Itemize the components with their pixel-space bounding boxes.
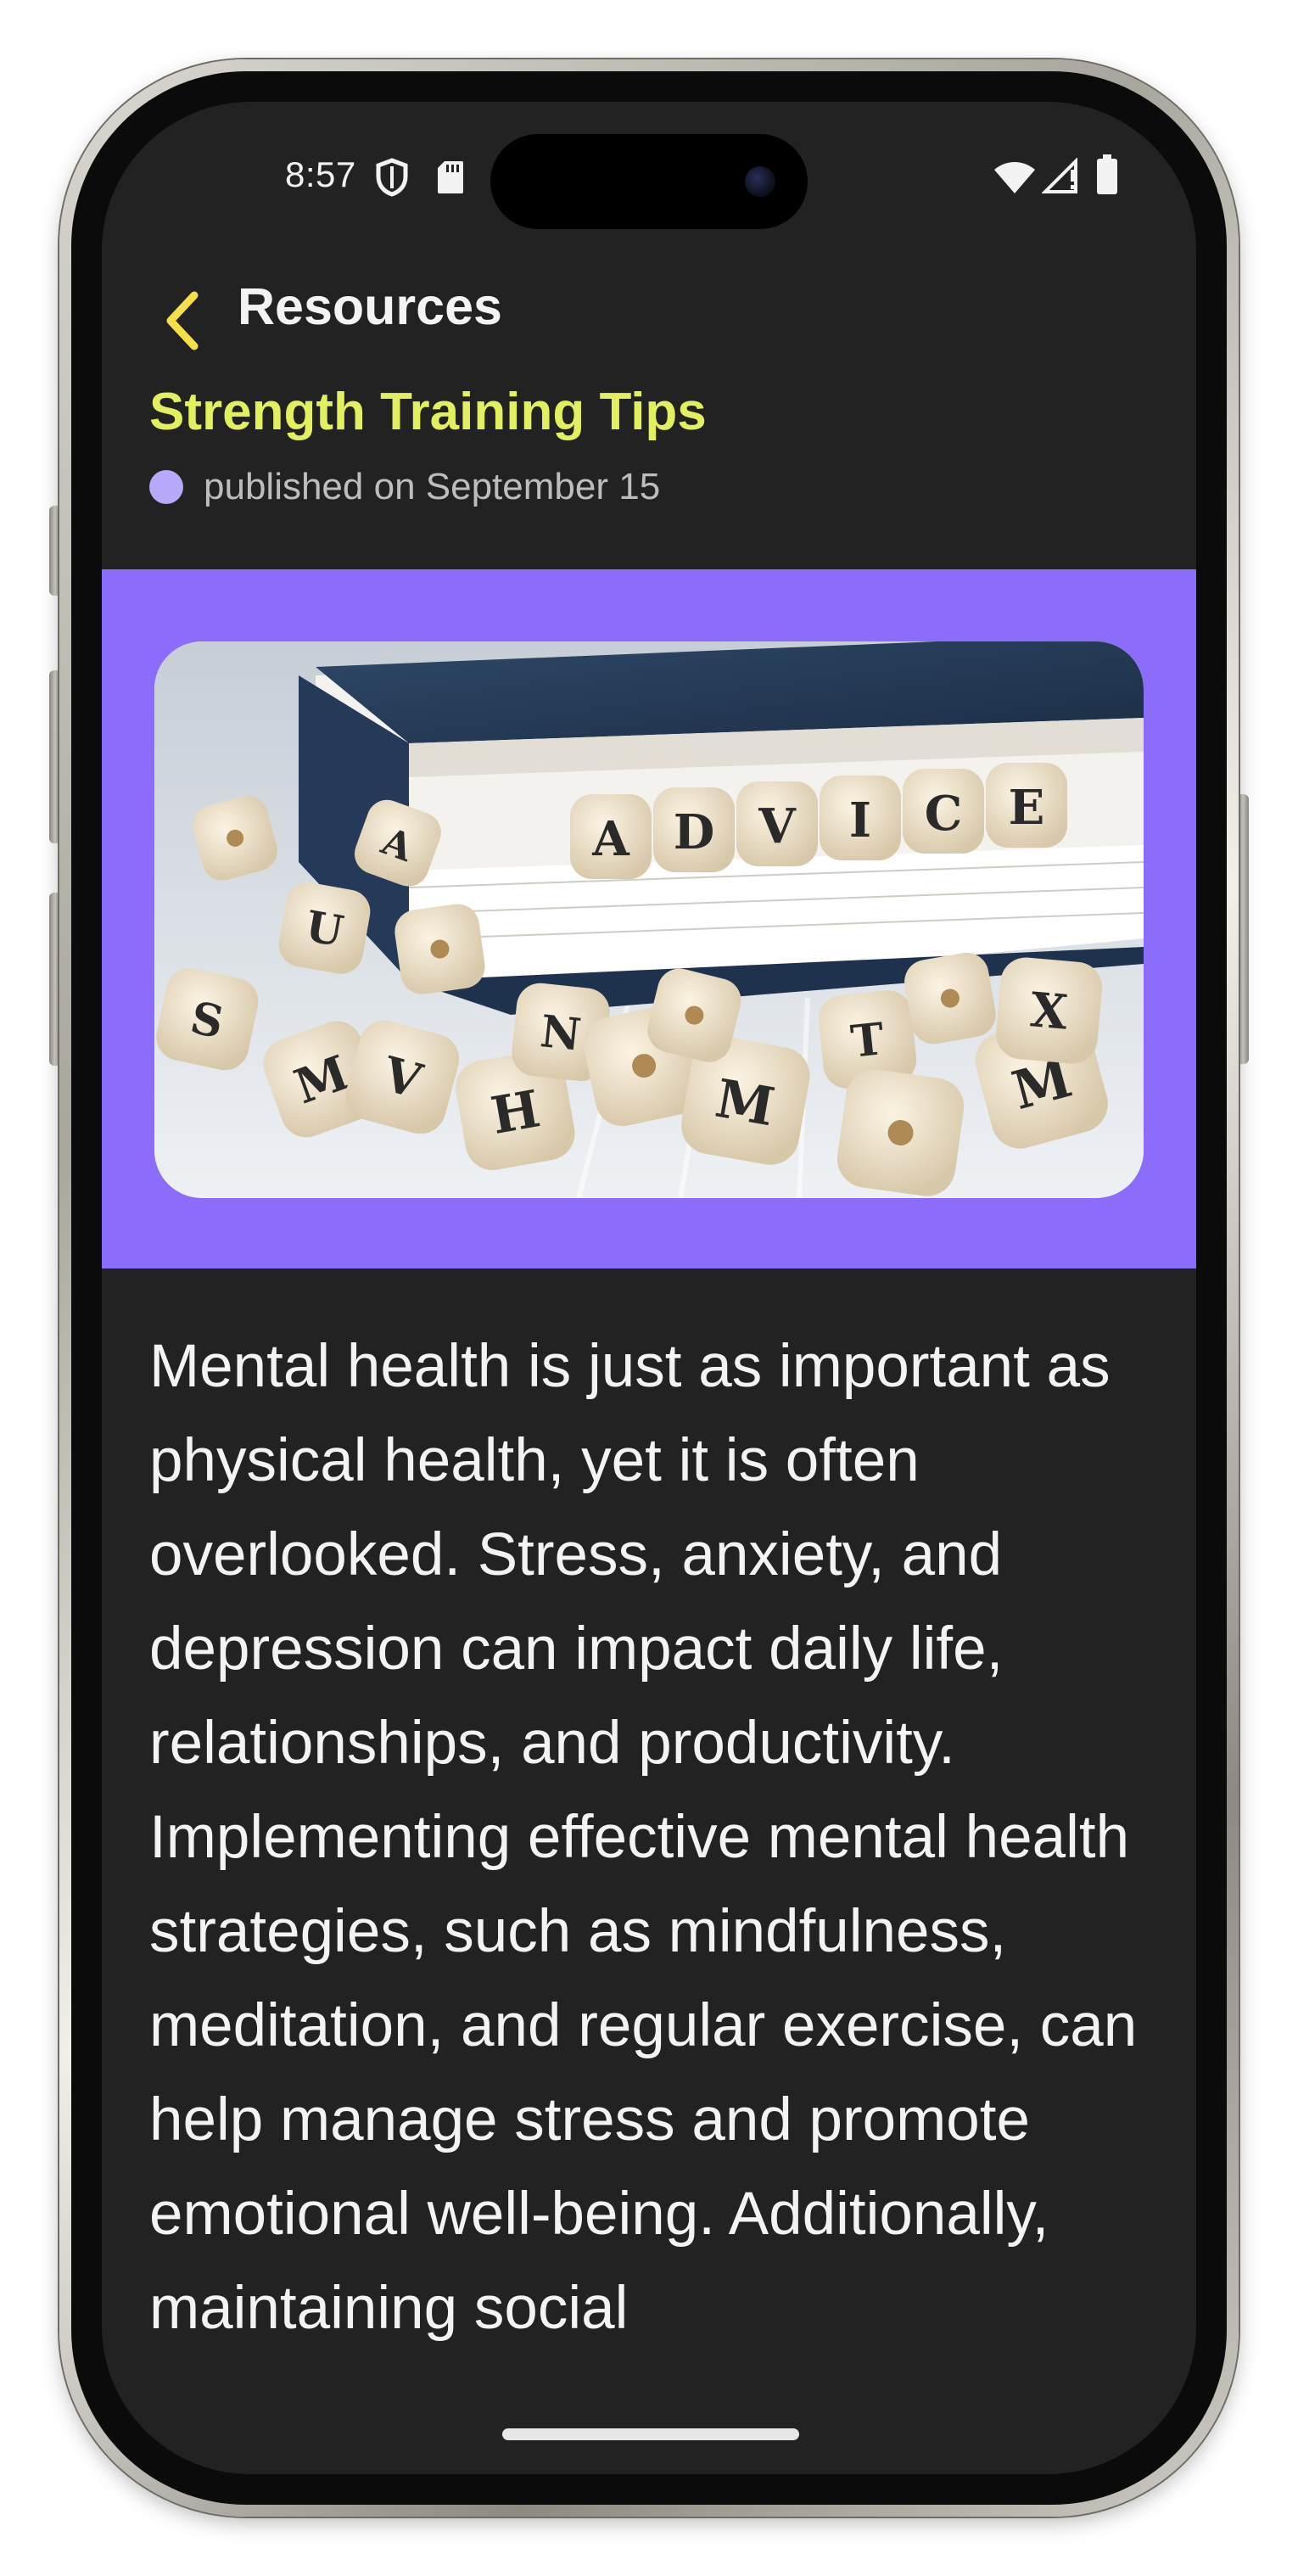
svg-text:H: H <box>487 1079 545 1146</box>
publish-info: published on September 15 <box>149 463 660 511</box>
power-button <box>1237 794 1249 1064</box>
svg-text:M: M <box>711 1067 779 1139</box>
svg-text:T: T <box>848 1013 887 1068</box>
status-bar: 8:57 <box>102 102 1196 255</box>
status-time: 8:57 <box>285 154 356 194</box>
advice-dice-illustration: A D V I C E U A S M V H N M T M X <box>154 641 1144 1198</box>
home-indicator[interactable] <box>502 2428 799 2440</box>
svg-text:D: D <box>674 804 715 860</box>
svg-text:I: I <box>849 792 871 848</box>
svg-text:V: V <box>758 798 797 854</box>
svg-text:E: E <box>1009 780 1045 836</box>
publish-date: published on September 15 <box>204 466 661 507</box>
svg-text:C: C <box>925 786 963 842</box>
wifi-icon <box>993 161 1037 199</box>
svg-text:X: X <box>1028 982 1071 1041</box>
cell-signal-icon <box>1041 157 1079 199</box>
chevron-left-icon <box>164 290 201 356</box>
phone-screen: 8:57 Resources Strength Training Tips pu… <box>102 102 1196 2474</box>
page-title: Resources <box>238 277 502 335</box>
front-camera <box>745 166 775 197</box>
dynamic-island <box>490 134 808 229</box>
svg-text:N: N <box>538 1005 584 1061</box>
article-title: Strength Training Tips <box>149 383 707 441</box>
article-body: Mental health is just as important as ph… <box>149 1333 1138 2342</box>
hero-image: A D V I C E U A S M V H N M T M X <box>154 641 1144 1198</box>
battery-icon <box>1096 154 1118 199</box>
shield-icon <box>375 158 409 201</box>
publish-dot <box>149 470 183 504</box>
back-button[interactable] <box>144 272 221 373</box>
sd-card-icon <box>436 160 465 199</box>
svg-text:A: A <box>591 811 630 867</box>
